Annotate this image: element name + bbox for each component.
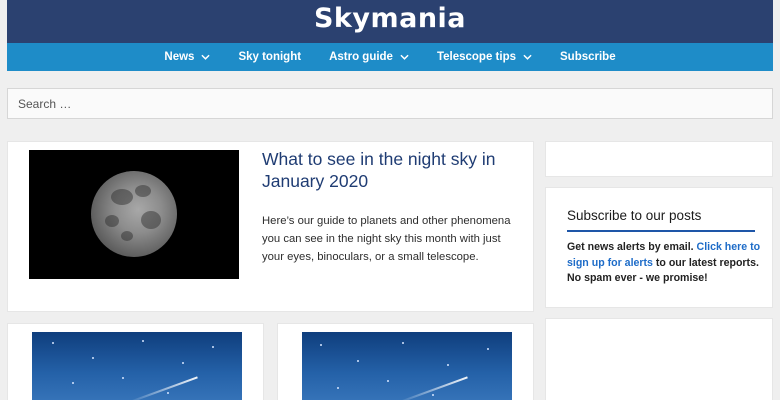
nav-item-label: Sky tonight — [238, 51, 302, 63]
moon-illustration — [91, 171, 177, 257]
nav-item-news[interactable]: News — [150, 51, 224, 63]
page: Skymania News Sky tonight Astro guide Te… — [0, 0, 780, 400]
sidebar-widget — [545, 318, 773, 400]
site-logo[interactable]: Skymania — [7, 0, 773, 38]
chevron-down-icon — [201, 54, 211, 60]
nav-item-sky-tonight[interactable]: Sky tonight — [224, 51, 315, 63]
main-nav: News Sky tonight Astro guide Telescope t… — [7, 43, 773, 71]
post-card — [7, 323, 264, 400]
meteor-image[interactable] — [32, 332, 242, 400]
chevron-down-icon — [400, 54, 409, 60]
nav-item-label: News — [164, 51, 195, 63]
moon-image[interactable] — [29, 150, 239, 279]
nav-item-astro-guide[interactable]: Astro guide — [315, 51, 423, 63]
sidebar-widget-empty — [545, 141, 773, 177]
widget-title: Subscribe to our posts — [567, 208, 702, 223]
widget-text-start: Get news alerts by email. — [567, 241, 697, 253]
nav-item-telescope-tips[interactable]: Telescope tips — [423, 51, 546, 63]
post-title[interactable]: What to see in the night sky in January … — [262, 148, 522, 192]
widget-text: Get news alerts by email. Click here to … — [567, 240, 762, 287]
site-header: Skymania — [7, 0, 773, 43]
meteor-image[interactable] — [302, 332, 512, 400]
nav-item-label: Subscribe — [560, 51, 616, 63]
search-input[interactable] — [7, 88, 773, 119]
nav-item-label: Astro guide — [329, 51, 393, 63]
nav-item-label: Telescope tips — [436, 51, 516, 63]
nav-item-subscribe[interactable]: Subscribe — [546, 51, 630, 63]
subscribe-widget: Subscribe to our posts Get news alerts b… — [545, 187, 773, 308]
post-card — [277, 323, 534, 400]
post-excerpt: Here’s our guide to planets and other ph… — [262, 215, 511, 263]
chevron-down-icon — [523, 54, 532, 60]
featured-post-card: What to see in the night sky in January … — [7, 141, 534, 312]
widget-title-underline — [567, 230, 755, 232]
